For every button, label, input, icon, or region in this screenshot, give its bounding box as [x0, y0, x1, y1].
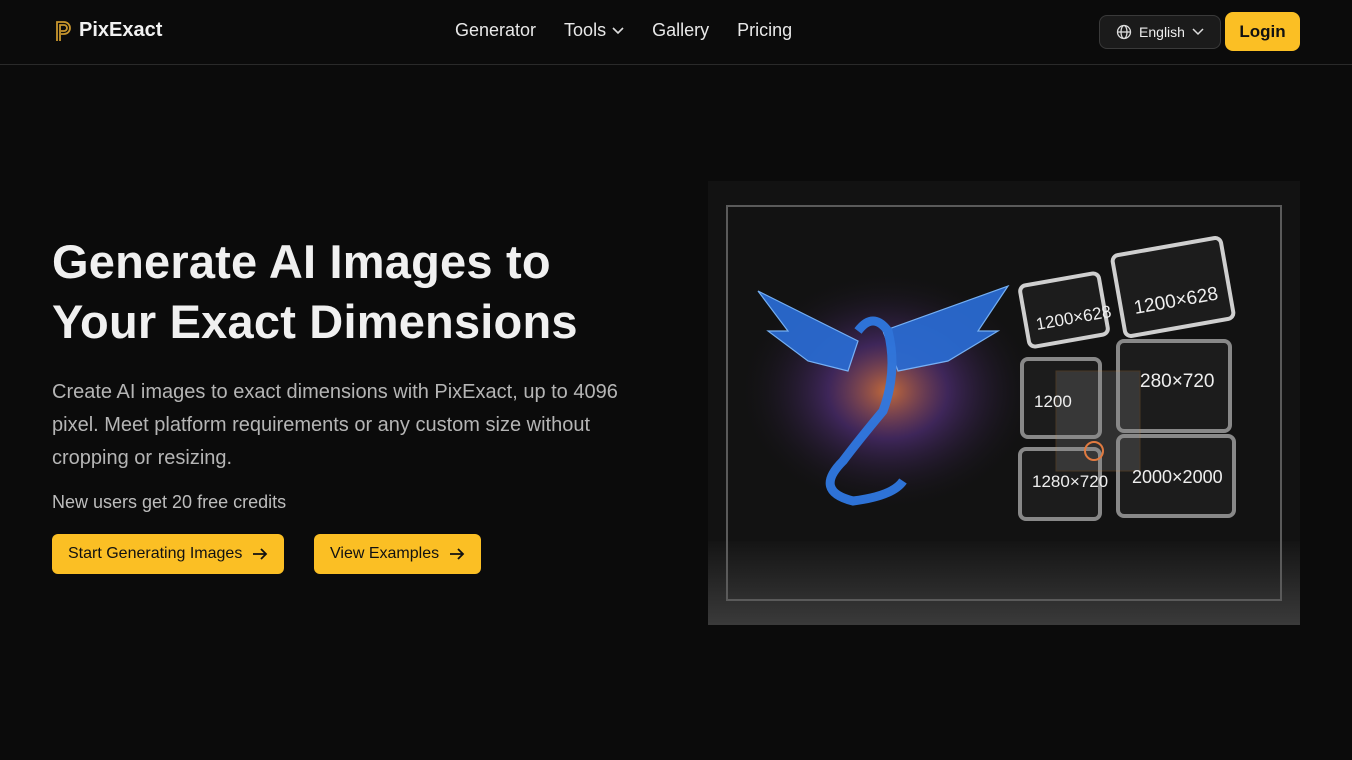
brand-logo[interactable]: PixExact [55, 19, 162, 42]
hero-illustration: 1200×628 1200×628 1200 280×720 1280×720 … [708, 181, 1300, 625]
arrow-right-icon [450, 548, 465, 560]
free-credits-note: New users get 20 free credits [52, 492, 287, 512]
main-nav: Generator Tools Gallery Pricing [455, 20, 792, 41]
nav-generator[interactable]: Generator [455, 20, 536, 41]
start-generating-button[interactable]: Start Generating Images [52, 534, 285, 574]
language-selector[interactable]: English [1099, 15, 1221, 49]
title-line-2: Your Exact Dimensions [52, 295, 578, 348]
frame-label: 1280×720 [1032, 472, 1108, 491]
hero-description: Create AI images to exact dimensions wit… [52, 381, 618, 469]
nav-tools[interactable]: Tools [564, 20, 624, 41]
top-nav: PixExact Generator Tools Gallery Pricing… [0, 0, 1352, 65]
page-title: Generate AI Images to Your Exact Dimensio… [52, 232, 672, 352]
hero-image: 1200×628 1200×628 1200 280×720 1280×720 … [708, 181, 1300, 625]
pixexact-logo-icon [56, 20, 71, 41]
nav-pricing[interactable]: Pricing [737, 20, 792, 41]
globe-icon [1116, 24, 1132, 40]
brand-name: PixExact [79, 19, 163, 41]
frame-label: 2000×2000 [1132, 467, 1223, 487]
view-examples-label: View Examples [330, 545, 440, 562]
language-label: English [1139, 24, 1185, 40]
frame-label: 1200 [1034, 392, 1072, 411]
view-examples-button[interactable]: View Examples [314, 534, 482, 574]
login-button[interactable]: Login [1225, 12, 1300, 51]
title-line-1: Generate AI Images to [52, 235, 551, 288]
frame-label: 280×720 [1140, 371, 1215, 392]
nav-gallery[interactable]: Gallery [652, 20, 709, 41]
chevron-down-icon [1192, 28, 1204, 36]
start-generating-label: Start Generating Images [68, 545, 243, 562]
chevron-down-icon [612, 26, 624, 34]
arrow-right-icon [253, 548, 268, 560]
nav-tools-label: Tools [564, 20, 607, 40]
